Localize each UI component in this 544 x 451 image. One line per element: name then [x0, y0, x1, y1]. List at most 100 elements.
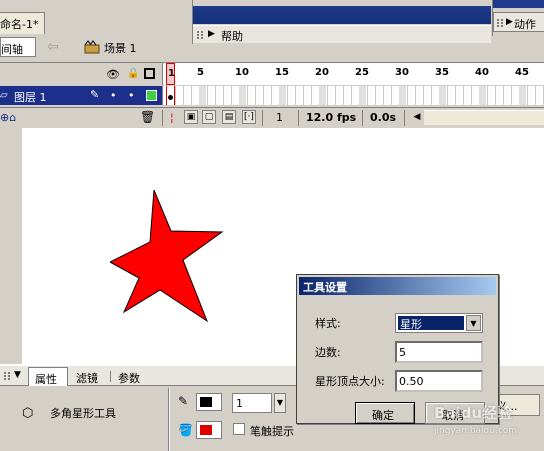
frame-cell[interactable] [343, 86, 344, 105]
frame-cell[interactable] [367, 86, 368, 105]
playhead[interactable]: 1 [166, 63, 175, 85]
frame-cell[interactable] [255, 86, 256, 105]
sides-input[interactable]: 5 [395, 341, 483, 363]
frame-cell[interactable] [423, 86, 424, 105]
frame-cell[interactable] [175, 86, 176, 105]
frame-cell[interactable] [303, 86, 304, 105]
dialog-title-bar[interactable]: 工具设置 [299, 277, 496, 295]
lock-dot-icon[interactable]: • [128, 89, 135, 102]
frame-cell[interactable] [183, 86, 184, 105]
fill-color-picker[interactable] [196, 421, 222, 439]
outline-icon[interactable] [144, 68, 155, 79]
frame-tick: 35 [435, 67, 449, 78]
grip-icon[interactable] [497, 19, 503, 27]
frame-cell[interactable] [399, 86, 406, 105]
onion-skin-icon[interactable]: ▣ [184, 110, 198, 124]
frame-cell[interactable] [375, 86, 376, 105]
frame-cell[interactable] [311, 86, 312, 105]
frame-ruler[interactable]: 1 5 10 15 20 25 30 35 40 45 [162, 63, 544, 85]
frame-cell[interactable] [535, 86, 536, 105]
frame-cell[interactable] [463, 86, 464, 105]
stroke-width-dropdown-icon[interactable]: ▼ [274, 393, 286, 413]
frame-cell[interactable] [447, 86, 448, 105]
edit-multiple-icon[interactable]: ▤ [222, 110, 236, 124]
frame-cell[interactable] [351, 86, 352, 105]
frame-cell[interactable] [415, 86, 416, 105]
center-frame-icon[interactable]: ¦ [170, 111, 174, 124]
frame-cell[interactable] [271, 86, 272, 105]
frame-cell[interactable] [479, 86, 486, 105]
frame-cell[interactable] [455, 86, 456, 105]
onion-markers-icon[interactable]: [·] [242, 110, 256, 124]
timeline-toggle-button[interactable]: 间轴 [0, 37, 36, 57]
frame-cell[interactable] [519, 86, 526, 105]
frame-cell[interactable] [487, 86, 488, 105]
grip-icon[interactable] [4, 372, 10, 380]
frame-cell[interactable] [431, 86, 432, 105]
frame-cell[interactable] [359, 86, 366, 105]
frame-cell[interactable] [527, 86, 528, 105]
frame-cell[interactable] [207, 86, 208, 105]
frame-cell[interactable] [223, 86, 224, 105]
frame-cell[interactable] [511, 86, 512, 105]
stroke-color-picker[interactable] [196, 393, 222, 411]
frame-cell[interactable] [231, 86, 232, 105]
style-select[interactable]: 星形 ▼ [395, 313, 483, 333]
layer-name[interactable]: 图层 1 [14, 89, 47, 105]
frame-cell[interactable] [215, 86, 216, 105]
frame-rate[interactable]: 12.0 fps [306, 111, 356, 124]
expand-arrow-icon[interactable]: ▶ [208, 29, 215, 39]
frame-cell[interactable] [495, 86, 496, 105]
frame-cell[interactable] [263, 86, 264, 105]
frame-cell[interactable] [439, 86, 446, 105]
layer-row[interactable]: ▱ 图层 1 ✎ • • [0, 86, 162, 105]
timeline-footer: ⊕⌂ 🗑 ¦ ▣ ▢ ▤ [·] 1 12.0 fps 0.0s ◀ [0, 107, 544, 127]
keyframe[interactable] [166, 86, 175, 105]
frame-cell[interactable] [391, 86, 392, 105]
frame-cell[interactable] [503, 86, 504, 105]
layer-frames[interactable] [162, 86, 544, 105]
document-tab[interactable]: 命名-1* [0, 12, 45, 34]
lock-icon[interactable]: 🔒 [127, 68, 139, 79]
frame-cell[interactable] [191, 86, 192, 105]
onion-outline-icon[interactable]: ▢ [202, 110, 216, 124]
document-tab-bar: 命名-1* [0, 0, 192, 34]
stroke-width-input[interactable]: 1 [232, 393, 272, 413]
actions-panel-header[interactable]: ▶ 动作 [493, 12, 544, 32]
grip-icon[interactable] [197, 31, 203, 39]
tab-properties-label: 属性 [35, 373, 57, 386]
expand-arrow-icon[interactable]: ▶ [506, 17, 513, 27]
collapse-arrow-icon[interactable]: ▼ [14, 370, 21, 380]
trash-icon[interactable]: 🗑 [140, 110, 155, 124]
frame-cell[interactable] [199, 86, 206, 105]
scroll-left-arrow-icon[interactable]: ◀ [410, 110, 424, 125]
frame-cell[interactable] [319, 86, 326, 105]
tab-parameters[interactable]: 参数 [118, 370, 140, 386]
divider [168, 388, 170, 451]
frame-cell[interactable] [279, 86, 286, 105]
ok-button[interactable]: 确定 [355, 402, 415, 424]
frame-cell[interactable] [239, 86, 246, 105]
timeline-scrollbar[interactable] [424, 110, 544, 125]
vertex-size-input[interactable]: 0.50 [395, 370, 483, 392]
dropdown-arrow-icon[interactable]: ▼ [466, 315, 481, 331]
visibility-dot-icon[interactable]: • [110, 89, 117, 102]
frame-cell[interactable] [335, 86, 336, 105]
frame-cell[interactable] [407, 86, 408, 105]
frame-cell[interactable] [383, 86, 384, 105]
scene-label[interactable]: 场景 1 [104, 40, 137, 56]
tab-properties[interactable]: 属性 [28, 367, 68, 386]
frame-cell[interactable] [471, 86, 472, 105]
stroke-hint-checkbox[interactable] [233, 423, 245, 435]
eye-icon[interactable]: 👁 [106, 68, 120, 81]
tab-filters[interactable]: 滤镜 [76, 370, 98, 386]
frame-cell[interactable] [287, 86, 288, 105]
layer-outline-color[interactable] [146, 90, 157, 101]
star-shape[interactable] [110, 190, 254, 328]
add-layer-icon[interactable]: ⊕⌂ [0, 111, 16, 124]
back-arrow-icon[interactable]: ⇦ [47, 39, 59, 55]
frame-cell[interactable] [295, 86, 296, 105]
help-panel-header[interactable]: ▶ 帮助 [193, 25, 491, 43]
frame-cell[interactable] [247, 86, 248, 105]
frame-cell[interactable] [327, 86, 328, 105]
